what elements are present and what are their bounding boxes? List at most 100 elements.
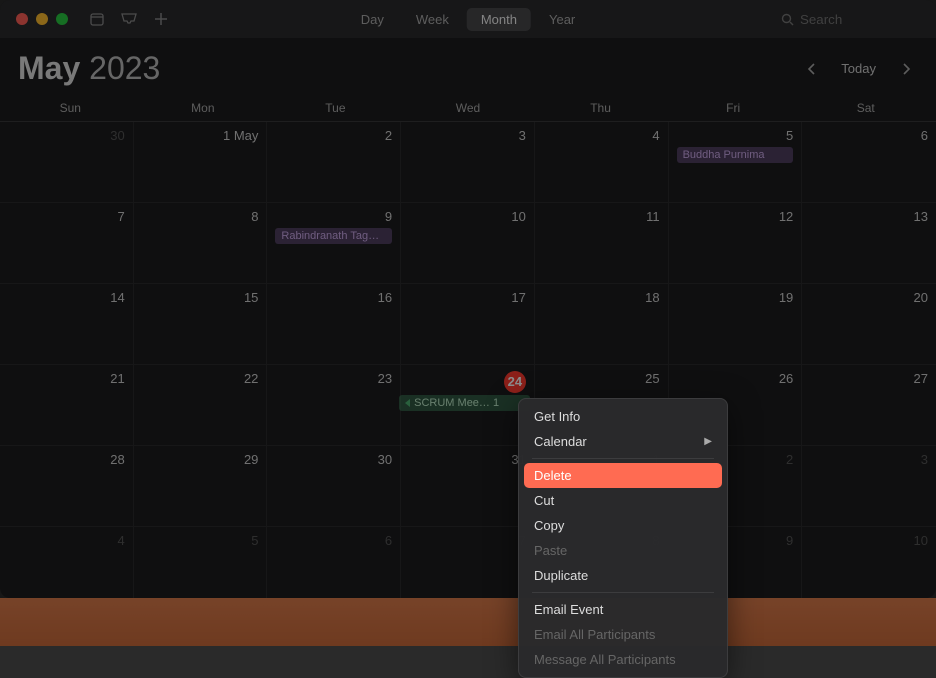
separator	[532, 592, 714, 593]
ctx-calendar-label: Calendar	[534, 434, 587, 449]
view-year-button[interactable]: Year	[535, 8, 589, 31]
ctx-calendar[interactable]: Calendar ▶	[524, 429, 722, 454]
header: May 2023 Today	[0, 38, 936, 95]
minimize-window-button[interactable]	[36, 13, 48, 25]
date-number: 19	[677, 290, 794, 305]
close-window-button[interactable]	[16, 13, 28, 25]
day-cell[interactable]: 5 Buddha Purnima	[669, 122, 803, 203]
today-button[interactable]: Today	[831, 57, 886, 80]
day-cell[interactable]: 2	[267, 122, 401, 203]
date-number: 5	[677, 128, 794, 143]
ctx-email-all: Email All Participants	[524, 622, 722, 647]
day-cell[interactable]: 29	[134, 446, 268, 527]
date-number: 4	[8, 533, 125, 548]
date-number: 12	[677, 209, 794, 224]
add-icon[interactable]	[152, 10, 170, 28]
event-chip[interactable]: SCRUM Mee… 1	[399, 395, 530, 411]
day-cell[interactable]: 31	[401, 446, 535, 527]
day-cell[interactable]: 12	[669, 203, 803, 284]
day-cell[interactable]: 10	[401, 203, 535, 284]
separator	[532, 458, 714, 459]
day-cell[interactable]: 10	[802, 527, 936, 598]
context-menu: Get Info Calendar ▶ Delete Cut Copy Past…	[518, 398, 728, 678]
date-number: 1 May	[142, 128, 259, 143]
day-cell[interactable]: 16	[267, 284, 401, 365]
day-cell[interactable]: 15	[134, 284, 268, 365]
date-number: 6	[275, 533, 392, 548]
prev-month-button[interactable]	[799, 57, 823, 81]
day-cell[interactable]: 1 May	[134, 122, 268, 203]
date-number: 11	[543, 209, 660, 224]
day-cell[interactable]: 6	[802, 122, 936, 203]
day-cell[interactable]: 3	[802, 446, 936, 527]
calendars-icon[interactable]	[88, 10, 106, 28]
date-number: 20	[810, 290, 928, 305]
day-cell[interactable]: 20	[802, 284, 936, 365]
day-cell[interactable]: 30	[0, 122, 134, 203]
weekday-header: SunMonTueWedThuFriSat	[0, 95, 936, 122]
event-chip[interactable]: Buddha Purnima	[677, 147, 794, 163]
day-cell[interactable]: 27	[802, 365, 936, 446]
maximize-window-button[interactable]	[56, 13, 68, 25]
date-number: 27	[810, 371, 928, 386]
view-month-button[interactable]: Month	[467, 8, 531, 31]
chevron-left-icon	[807, 63, 816, 75]
toolbar: Day Week Month Year	[0, 0, 936, 38]
weekday-label: Tue	[269, 95, 402, 121]
ctx-get-info[interactable]: Get Info	[524, 404, 722, 429]
day-cell[interactable]: 19	[669, 284, 803, 365]
day-cell[interactable]: 13	[802, 203, 936, 284]
day-cell[interactable]: 30	[267, 446, 401, 527]
date-number: 18	[543, 290, 660, 305]
day-cell[interactable]: 17	[401, 284, 535, 365]
day-cell[interactable]: 4	[535, 122, 669, 203]
search-field[interactable]	[781, 12, 920, 27]
date-number: 10	[810, 533, 928, 548]
date-number: 26	[677, 371, 794, 386]
day-cell[interactable]: 18	[535, 284, 669, 365]
date-number: 15	[142, 290, 259, 305]
view-week-button[interactable]: Week	[402, 8, 463, 31]
day-cell[interactable]: 24 SCRUM Mee… 1	[401, 365, 535, 446]
ctx-duplicate[interactable]: Duplicate	[524, 563, 722, 588]
search-input[interactable]	[800, 12, 920, 27]
day-cell[interactable]: 8	[134, 203, 268, 284]
ctx-cut[interactable]: Cut	[524, 488, 722, 513]
view-day-button[interactable]: Day	[347, 8, 398, 31]
month-year-title: May 2023	[18, 50, 160, 87]
date-number: 14	[8, 290, 125, 305]
day-cell[interactable]: 7	[401, 527, 535, 598]
date-number: 16	[275, 290, 392, 305]
date-number: 13	[810, 209, 928, 224]
date-number: 25	[543, 371, 660, 386]
day-cell[interactable]: 6	[267, 527, 401, 598]
day-cell[interactable]: 23	[267, 365, 401, 446]
ctx-delete[interactable]: Delete	[524, 463, 722, 488]
weekday-label: Mon	[137, 95, 270, 121]
day-cell[interactable]: 5	[134, 527, 268, 598]
date-number: 6	[810, 128, 928, 143]
event-chip[interactable]: Rabindranath Tag…	[275, 228, 392, 244]
day-cell[interactable]: 3	[401, 122, 535, 203]
date-number: 2	[275, 128, 392, 143]
weekday-label: Fri	[667, 95, 800, 121]
weekday-label: Sat	[799, 95, 932, 121]
next-month-button[interactable]	[894, 57, 918, 81]
day-cell[interactable]: 14	[0, 284, 134, 365]
day-cell[interactable]: 9 Rabindranath Tag…	[267, 203, 401, 284]
today-marker: 24	[504, 371, 526, 393]
date-number: 7	[409, 533, 526, 548]
day-cell[interactable]: 7	[0, 203, 134, 284]
day-cell[interactable]: 21	[0, 365, 134, 446]
day-cell[interactable]: 11	[535, 203, 669, 284]
date-number: 31	[409, 452, 526, 467]
inbox-icon[interactable]	[120, 10, 138, 28]
ctx-copy[interactable]: Copy	[524, 513, 722, 538]
ctx-email-event[interactable]: Email Event	[524, 597, 722, 622]
day-cell[interactable]: 4	[0, 527, 134, 598]
date-number: 9	[275, 209, 392, 224]
date-number: 5	[142, 533, 259, 548]
traffic-lights	[16, 13, 68, 25]
day-cell[interactable]: 28	[0, 446, 134, 527]
day-cell[interactable]: 22	[134, 365, 268, 446]
